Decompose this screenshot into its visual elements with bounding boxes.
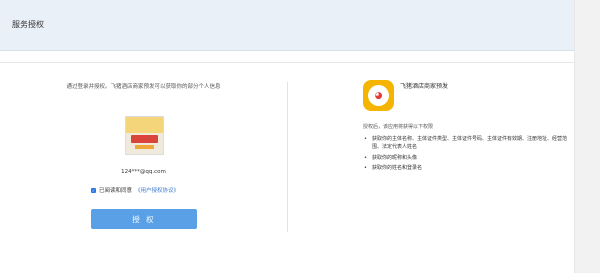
authorization-page: 服务授权 通过登录并授权。飞猪酒店商家预发可以获取你的部分个人信息 124***… [0, 0, 600, 273]
page-title: 服务授权 [12, 20, 44, 29]
agreement-row: 已阅读和同意 《用户授权协议》 [91, 186, 179, 194]
app-preview-image [125, 116, 164, 155]
permission-item: 获取你的昵称和头像 [363, 155, 568, 163]
agree-checkbox[interactable] [91, 187, 96, 193]
app-name: 飞猪酒店商家预发 [400, 83, 449, 90]
permission-item: 获取你的主体名称、主体证件类型、主体证件号码、主体证件有效期、注册地址、经营范围… [363, 136, 568, 152]
user-authorization-agreement-link[interactable]: 《用户授权协议》 [135, 186, 179, 194]
column-divider [287, 82, 288, 232]
agree-label: 已阅读和同意 [99, 188, 133, 194]
page-header: 服务授权 [0, 0, 574, 51]
permissions-title: 授权后，该应用将获得以下权限 [363, 124, 434, 130]
permission-item: 获取你的姓名和登录名 [363, 165, 568, 173]
authorization-intro-text: 通过登录并授权。飞猪酒店商家预发可以获取你的部分个人信息 [66, 84, 221, 90]
account-email: 124***@qq.com [121, 169, 166, 175]
permissions-list: 获取你的主体名称、主体证件类型、主体证件号码、主体证件有效期、注册地址、经营范围… [363, 136, 568, 176]
scrollbar-area[interactable] [574, 0, 600, 273]
authorize-button[interactable]: 授 权 [91, 209, 197, 229]
app-logo-icon: ◕ [363, 80, 394, 111]
